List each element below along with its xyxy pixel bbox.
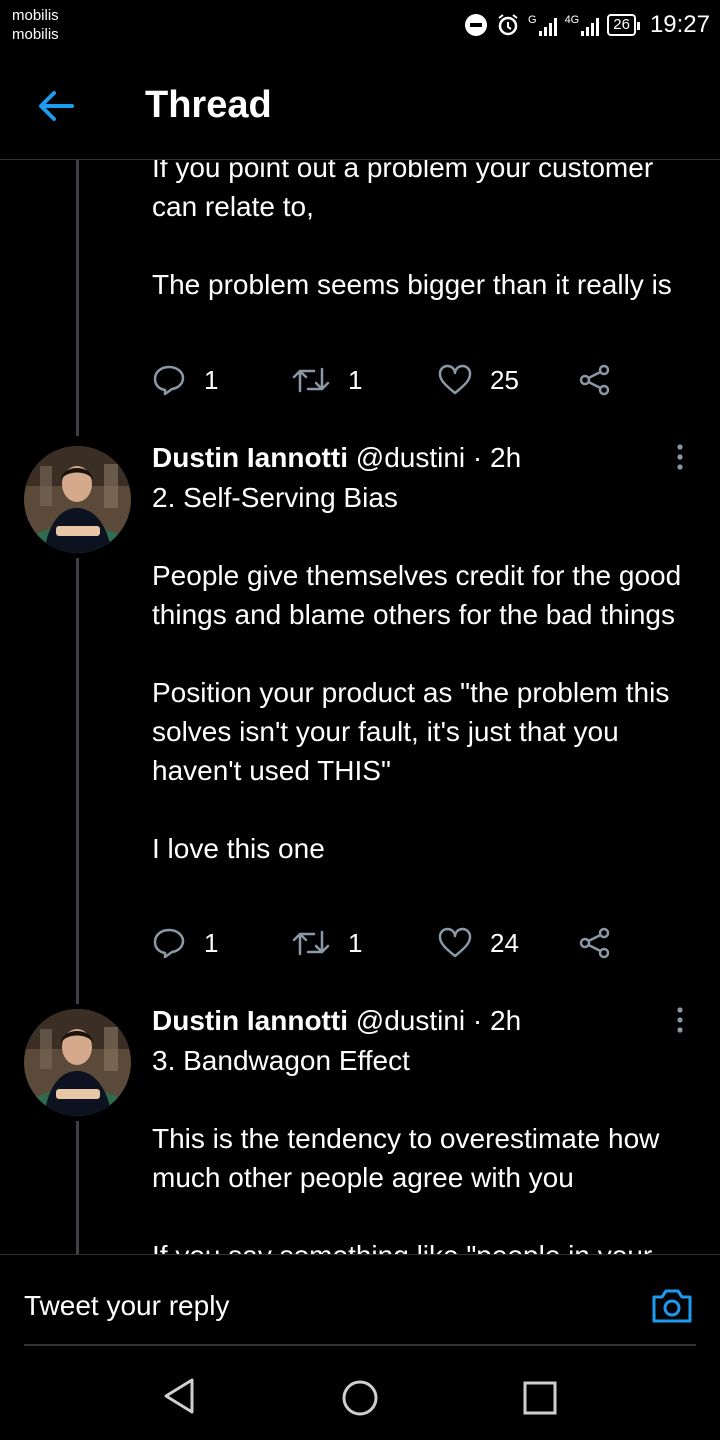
heart-icon — [438, 364, 472, 395]
square-recents-icon[interactable] — [521, 1379, 559, 1417]
thread-connector — [76, 558, 79, 1004]
triangle-back-icon[interactable] — [160, 1376, 200, 1416]
avatar-image — [24, 446, 131, 553]
reply-count: 1 — [204, 364, 219, 395]
like-button[interactable]: 25 — [438, 363, 519, 397]
carrier-line-1: mobilis — [12, 7, 59, 24]
reply-icon — [153, 365, 185, 396]
avatar[interactable] — [24, 1009, 131, 1116]
page-title: Thread — [145, 84, 272, 126]
author-handle: @dustini — [355, 1005, 466, 1036]
retweet-count: 1 — [348, 927, 363, 958]
tweet-actions: 1 1 24 — [152, 926, 632, 966]
reply-count: 1 — [204, 927, 219, 958]
do-not-disturb-icon — [465, 14, 487, 36]
tweet-text: 3. Bandwagon Effect This is the tendency… — [152, 1045, 660, 1254]
author-name[interactable]: Dustin Iannotti — [152, 1005, 348, 1036]
network-type-2: 4G — [564, 14, 580, 26]
heart-icon — [438, 927, 472, 958]
tweet-text: 2. Self-Serving Bias People give themsel… — [152, 482, 682, 864]
tweet-header: Dustin Iannotti @dustini · 2h — [152, 1003, 521, 1039]
tweet-time: · 2h — [472, 442, 522, 473]
circle-home-icon[interactable] — [340, 1378, 380, 1418]
tweet-text: If you point out a problem your customer… — [152, 160, 672, 300]
retweet-icon — [292, 930, 330, 956]
like-count: 24 — [490, 927, 519, 958]
alarm-icon — [498, 14, 518, 36]
reply-button[interactable]: 1 — [152, 926, 218, 960]
avatar[interactable] — [24, 446, 131, 553]
signal-2-icon: 4G — [565, 14, 600, 36]
reply-input[interactable]: Tweet your reply — [24, 1288, 229, 1324]
status-icons: G 4G 26 19:27 — [464, 10, 710, 40]
thread-connector — [76, 160, 79, 436]
more-options-icon[interactable] — [670, 1006, 690, 1036]
signal-1-icon: G — [528, 14, 557, 36]
share-icon — [579, 364, 610, 396]
avatar-image — [24, 1009, 131, 1116]
retweet-button[interactable]: 1 — [292, 363, 362, 397]
network-type-1: G — [528, 14, 537, 26]
battery-indicator: 26 — [607, 14, 640, 36]
tweet-actions: 1 1 25 — [152, 363, 632, 403]
author-handle: @dustini — [355, 442, 466, 473]
like-count: 25 — [490, 364, 519, 395]
reply-icon — [153, 928, 185, 959]
camera-icon[interactable] — [650, 1284, 694, 1328]
arrow-left-icon[interactable] — [36, 86, 76, 126]
more-options-icon[interactable] — [670, 443, 690, 473]
carrier-line-2: mobilis — [12, 26, 59, 43]
thread-connector — [76, 1121, 79, 1254]
tweet-time: · 2h — [472, 1005, 522, 1036]
tweet-header: Dustin Iannotti @dustini · 2h — [152, 440, 521, 476]
share-button[interactable] — [578, 363, 612, 397]
author-name[interactable]: Dustin Iannotti — [152, 442, 348, 473]
share-button[interactable] — [578, 926, 612, 960]
share-icon — [579, 927, 610, 959]
carrier-label: mobilis mobilis — [12, 6, 59, 44]
retweet-button[interactable]: 1 — [292, 926, 362, 960]
status-bar: mobilis mobilis G 4G 26 19:27 — [0, 0, 720, 52]
app-bar — [0, 52, 720, 160]
like-button[interactable]: 24 — [438, 926, 519, 960]
reply-button[interactable]: 1 — [152, 363, 218, 397]
clock: 19:27 — [649, 11, 710, 38]
retweet-count: 1 — [348, 364, 363, 395]
navigation-bar — [0, 1346, 720, 1440]
retweet-icon — [292, 367, 330, 393]
thread-content: If you point out a problem your customer… — [0, 160, 720, 1254]
